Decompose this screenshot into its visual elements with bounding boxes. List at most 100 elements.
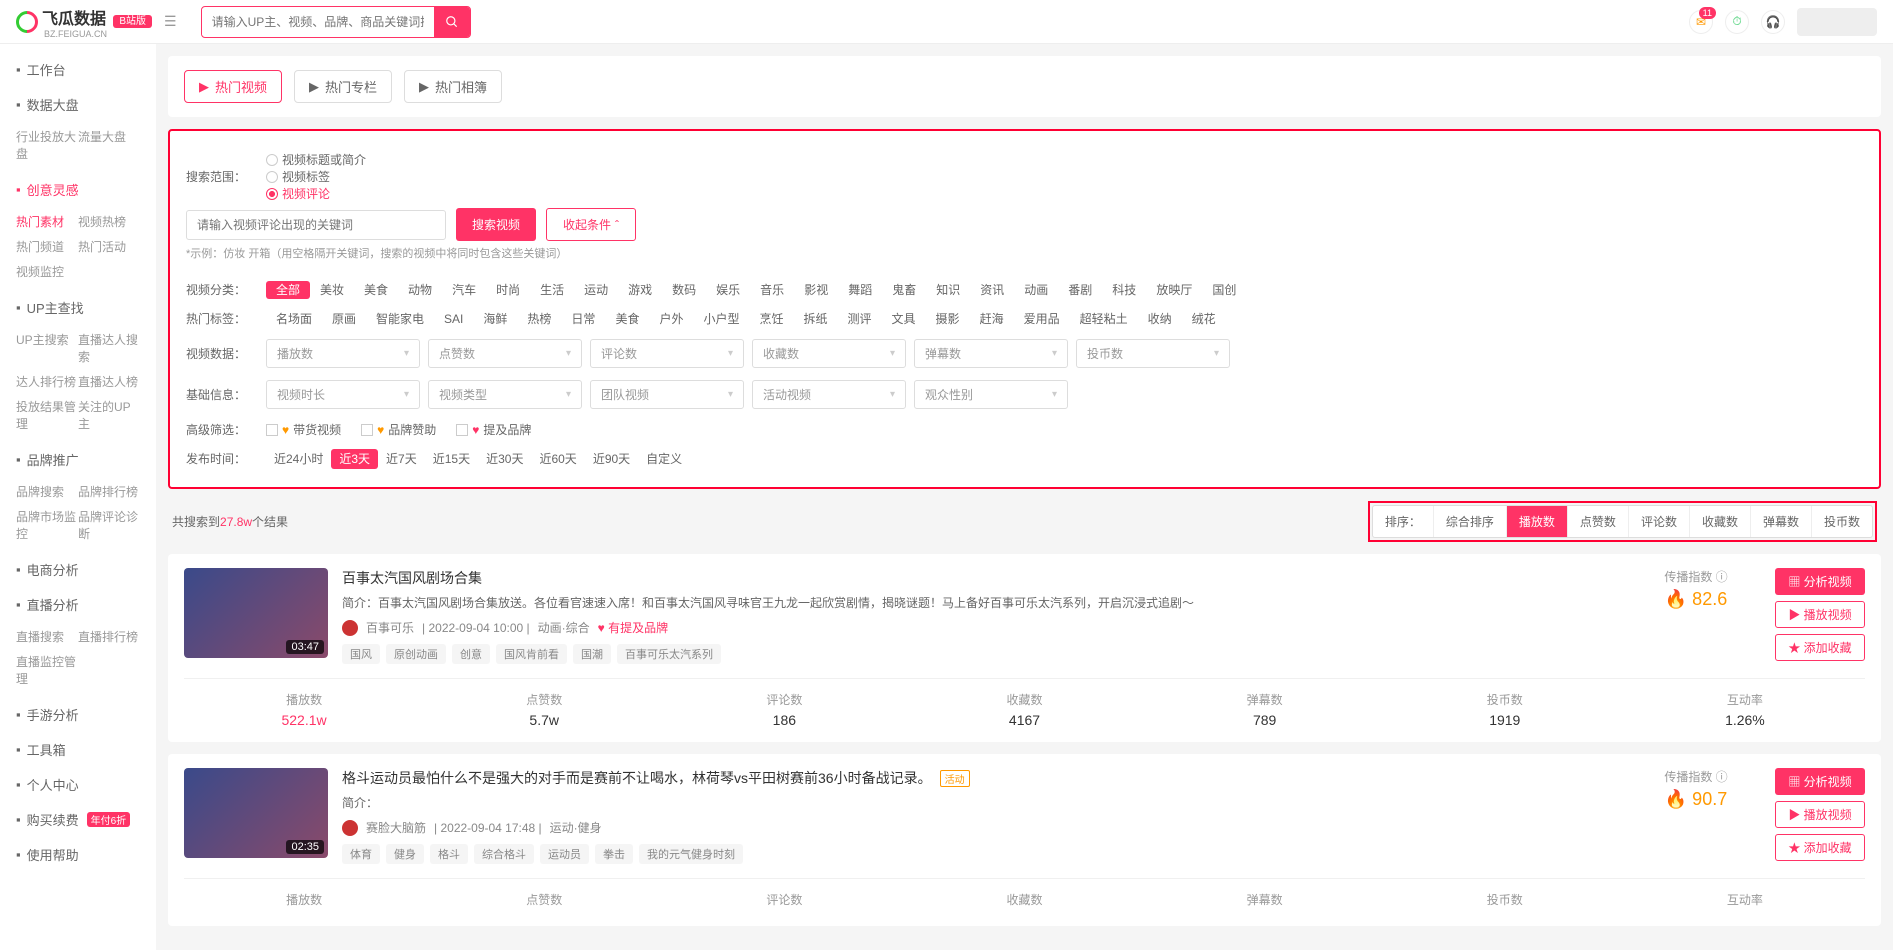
sidebar-group-title[interactable]: ▪电商分析 (0, 552, 156, 587)
sidebar-item[interactable]: 视频热榜 (78, 209, 140, 234)
sidebar-group-title[interactable]: ▪数据大盘 (0, 87, 156, 122)
tag-button[interactable]: 测评 (838, 310, 882, 328)
tab-button[interactable]: ▶热门视频 (184, 70, 282, 103)
analyze-button[interactable]: ▦ 分析视频 (1775, 568, 1865, 595)
sidebar-item[interactable]: 直播监控管理 (16, 649, 78, 691)
sidebar-item[interactable]: 关注的UP主 (78, 394, 140, 436)
sidebar-item[interactable]: 品牌排行榜 (78, 479, 140, 504)
play-button[interactable]: ▶ 播放视频 (1775, 801, 1865, 828)
tag-button[interactable]: 赶海 (970, 310, 1014, 328)
sort-item[interactable]: 播放数 (1507, 506, 1568, 537)
sidebar-item[interactable]: 品牌搜索 (16, 479, 78, 504)
tag-button[interactable]: 名场面 (266, 310, 322, 328)
select-box[interactable]: 播放数▾ (266, 339, 420, 368)
category-button[interactable]: 运动 (574, 281, 618, 299)
tag-button[interactable]: SAI (434, 310, 473, 328)
favorite-button[interactable]: ★ 添加收藏 (1775, 634, 1865, 661)
tab-button[interactable]: ▶热门专栏 (294, 70, 392, 103)
video-tag[interactable]: 健身 (386, 844, 424, 864)
avatar[interactable] (1797, 8, 1877, 36)
category-button[interactable]: 生活 (530, 281, 574, 299)
tag-button[interactable]: 收纳 (1138, 310, 1182, 328)
select-box[interactable]: 视频类型▾ (428, 380, 582, 409)
sort-item[interactable]: 评论数 (1629, 506, 1690, 537)
time-button[interactable]: 近3天 (331, 449, 378, 469)
sort-item[interactable]: 点赞数 (1568, 506, 1629, 537)
category-button[interactable]: 数码 (662, 281, 706, 299)
sidebar-item[interactable]: 品牌评论诊断 (78, 504, 140, 546)
sidebar-item[interactable]: 流量大盘 (78, 124, 140, 166)
category-button[interactable]: 美食 (354, 281, 398, 299)
favorite-button[interactable]: ★ 添加收藏 (1775, 834, 1865, 861)
checkbox-option[interactable]: ♥提及品牌 (456, 421, 531, 438)
category-button[interactable]: 汽车 (442, 281, 486, 299)
video-title[interactable]: 格斗运动员最怕什么不是强大的对手而是赛前不让喝水，林荷琴vs平田树赛前36小时备… (342, 768, 932, 788)
category-button[interactable]: 音乐 (750, 281, 794, 299)
category-button[interactable]: 科技 (1102, 281, 1146, 299)
time-button[interactable]: 自定义 (638, 449, 690, 469)
sidebar-group-title[interactable]: ▪使用帮助 (0, 837, 156, 872)
analyze-button[interactable]: ▦ 分析视频 (1775, 768, 1865, 795)
select-box[interactable]: 投币数▾ (1076, 339, 1230, 368)
time-button[interactable]: 近30天 (478, 449, 531, 469)
video-tag[interactable]: 格斗 (430, 844, 468, 864)
video-tag[interactable]: 运动员 (540, 844, 589, 864)
tag-button[interactable]: 智能家电 (366, 310, 434, 328)
select-box[interactable]: 弹幕数▾ (914, 339, 1068, 368)
tag-button[interactable]: 摄影 (926, 310, 970, 328)
search-video-button[interactable]: 搜索视频 (456, 208, 536, 241)
tag-button[interactable]: 海鲜 (473, 310, 517, 328)
sidebar-group-title[interactable]: ▪创意灵感 (0, 172, 156, 207)
video-thumbnail[interactable]: 02:35 (184, 768, 328, 858)
author-avatar[interactable] (342, 820, 358, 836)
tag-button[interactable]: 绒花 (1182, 310, 1226, 328)
sidebar-item[interactable]: 品牌市场监控 (16, 504, 78, 546)
radio-option[interactable]: 视频评论 (266, 185, 366, 202)
tag-button[interactable]: 美食 (605, 310, 649, 328)
sidebar-item[interactable]: 直播达人榜 (78, 369, 140, 394)
video-tag[interactable]: 原创动画 (386, 644, 446, 664)
select-box[interactable]: 收藏数▾ (752, 339, 906, 368)
search-input[interactable] (202, 9, 434, 35)
time-button[interactable]: 近15天 (425, 449, 478, 469)
category-button[interactable]: 时尚 (486, 281, 530, 299)
author-avatar[interactable] (342, 620, 358, 636)
sidebar-item[interactable]: 视频监控 (16, 259, 78, 284)
video-tag[interactable]: 我的元气健身时刻 (639, 844, 743, 864)
sidebar-item[interactable]: 热门活动 (78, 234, 140, 259)
sidebar-group-title[interactable]: ▪工具箱 (0, 732, 156, 767)
sidebar-item[interactable]: 投放结果管理 (16, 394, 78, 436)
sidebar-group-title[interactable]: ▪品牌推广 (0, 442, 156, 477)
sidebar-group-title[interactable]: ▪UP主查找 (0, 290, 156, 325)
time-button[interactable]: 近24小时 (266, 449, 331, 469)
video-tag[interactable]: 综合格斗 (474, 844, 534, 864)
tag-button[interactable]: 小户型 (693, 310, 749, 328)
video-author[interactable]: 百事可乐 (366, 619, 414, 636)
sidebar-item[interactable]: 达人排行榜 (16, 369, 78, 394)
sidebar-item[interactable]: 热门素材 (16, 209, 78, 234)
category-button[interactable]: 舞蹈 (838, 281, 882, 299)
sidebar-item[interactable]: 热门频道 (16, 234, 78, 259)
tag-button[interactable]: 文具 (882, 310, 926, 328)
select-box[interactable]: 点赞数▾ (428, 339, 582, 368)
tag-button[interactable]: 户外 (649, 310, 693, 328)
video-tag[interactable]: 国风肯前看 (496, 644, 567, 664)
sidebar-group-title[interactable]: ▪工作台 (0, 52, 156, 87)
keyword-input[interactable] (186, 210, 446, 240)
tag-button[interactable]: 日常 (561, 310, 605, 328)
category-button[interactable]: 知识 (926, 281, 970, 299)
category-button[interactable]: 娱乐 (706, 281, 750, 299)
tag-button[interactable]: 烹饪 (749, 310, 793, 328)
sidebar-item[interactable]: 直播搜索 (16, 624, 78, 649)
tag-button[interactable]: 爱用品 (1014, 310, 1070, 328)
search-button[interactable] (434, 7, 470, 37)
sidebar-group-title[interactable]: ▪直播分析 (0, 587, 156, 622)
sidebar-item[interactable]: 行业投放大盘 (16, 124, 78, 166)
sidebar-item[interactable]: UP主搜索 (16, 327, 78, 369)
category-button[interactable]: 动物 (398, 281, 442, 299)
tag-button[interactable]: 拆纸 (794, 310, 838, 328)
select-box[interactable]: 观众性别▾ (914, 380, 1068, 409)
category-button[interactable]: 全部 (266, 281, 310, 299)
video-tag[interactable]: 国风 (342, 644, 380, 664)
time-button[interactable]: 近90天 (585, 449, 638, 469)
